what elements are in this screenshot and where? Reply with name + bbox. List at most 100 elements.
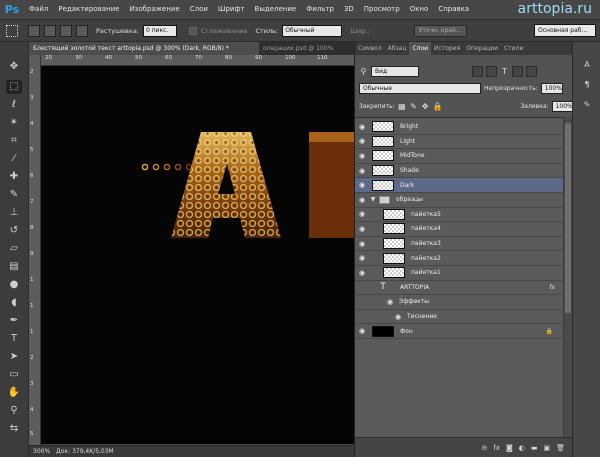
zoom-level[interactable]: 300%: [33, 448, 50, 455]
brush-tool-icon[interactable]: ✎: [6, 188, 22, 202]
tab-layers[interactable]: Слои: [409, 42, 432, 55]
scrollbar-thumb[interactable]: [565, 123, 571, 313]
adjustment-icon[interactable]: ◐: [519, 444, 525, 452]
swap-colors-icon[interactable]: ⇆: [6, 422, 22, 436]
layer-row-selected[interactable]: ◉ Dark: [355, 178, 563, 193]
eye-icon[interactable]: ◉: [355, 327, 369, 335]
crop-tool-icon[interactable]: ⌗: [6, 134, 22, 148]
blur-tool-icon[interactable]: ●: [6, 278, 22, 292]
document-tab-inactive[interactable]: операции.psd @ 100%: [259, 42, 354, 55]
menu-type[interactable]: Шрифт: [213, 0, 250, 19]
antialias-checkbox[interactable]: [189, 26, 197, 35]
layer-row[interactable]: ◉ Bright: [355, 120, 563, 135]
menu-help[interactable]: Справка: [433, 0, 474, 19]
layers-scrollbar[interactable]: [563, 117, 572, 437]
folder-icon[interactable]: ▬: [531, 444, 538, 452]
eye-icon[interactable]: ◉: [355, 196, 369, 204]
move-tool-icon[interactable]: ✥: [6, 60, 22, 74]
layer-row[interactable]: ◉ Shade: [355, 164, 563, 179]
layer-row[interactable]: ◉ пайетка3: [355, 237, 563, 252]
menu-view[interactable]: Просмотр: [359, 0, 405, 19]
lock-all-icon[interactable]: 🔒: [432, 102, 442, 111]
menu-3d[interactable]: 3D: [339, 0, 359, 19]
eye-icon[interactable]: ◉: [355, 269, 369, 277]
tab-history[interactable]: История: [431, 42, 463, 55]
mask-icon[interactable]: ◙: [506, 444, 513, 452]
path-selection-icon[interactable]: ➤: [6, 350, 22, 364]
marquee-tool-icon[interactable]: ⬚: [6, 80, 22, 94]
marquee-tool-icon[interactable]: [6, 24, 18, 37]
shape-tool-icon[interactable]: ▭: [6, 368, 22, 382]
pen-tool-icon[interactable]: ✒: [6, 314, 22, 328]
menu-filter[interactable]: Фильтр: [301, 0, 339, 19]
fx-icon[interactable]: fx: [493, 444, 500, 452]
tab-styles[interactable]: Стили: [501, 42, 526, 55]
layer-group-row[interactable]: ◉ ▼ образцы: [355, 193, 563, 208]
eye-icon[interactable]: ◉: [355, 167, 369, 175]
effect-eye-icon[interactable]: ◉: [383, 298, 397, 306]
background-layer-row[interactable]: ◉ Фон 🔒: [355, 324, 563, 339]
layer-row[interactable]: ◉ пайетка5: [355, 208, 563, 223]
eye-icon[interactable]: ◉: [355, 123, 369, 131]
subtract-selection-icon[interactable]: [60, 24, 72, 37]
tab-paragraph[interactable]: Абзац: [385, 42, 410, 55]
lock-transparency-icon[interactable]: ▦: [398, 102, 407, 111]
blend-mode-select[interactable]: Обычные: [359, 82, 481, 94]
type-tool-icon[interactable]: T: [6, 332, 22, 346]
new-layer-icon[interactable]: ▣: [543, 444, 550, 452]
history-brush-icon[interactable]: ↺: [6, 224, 22, 238]
menu-edit[interactable]: Редактирование: [53, 0, 124, 19]
zoom-tool-icon[interactable]: ⚲: [6, 404, 22, 418]
filter-pixel-icon[interactable]: [472, 65, 483, 77]
eye-icon[interactable]: ◉: [355, 181, 369, 189]
layer-row[interactable]: ◉ Light: [355, 135, 563, 150]
clone-stamp-icon[interactable]: ⊥: [6, 206, 22, 220]
layer-row[interactable]: ◉ пайетка2: [355, 251, 563, 266]
eye-icon[interactable]: ◉: [355, 240, 369, 248]
eraser-tool-icon[interactable]: ▱: [6, 242, 22, 256]
hand-tool-icon[interactable]: ✋: [6, 386, 22, 400]
intersect-selection-icon[interactable]: [76, 24, 88, 37]
text-layer-row[interactable]: T ARTTOPIA fx: [355, 281, 563, 296]
paragraph-panel-icon[interactable]: ¶: [581, 80, 593, 92]
filter-smart-object-icon[interactable]: [526, 65, 537, 77]
opacity-input[interactable]: 100%: [540, 82, 563, 94]
eye-icon[interactable]: ◉: [355, 225, 369, 233]
fx-icon[interactable]: fx: [549, 284, 555, 291]
lasso-tool-icon[interactable]: ℓ: [6, 98, 22, 112]
menu-image[interactable]: Изображение: [124, 0, 184, 19]
menu-layer[interactable]: Слои: [185, 0, 213, 19]
trash-icon[interactable]: 🗑: [556, 444, 565, 452]
lock-pixels-icon[interactable]: ✎: [409, 102, 418, 111]
effect-eye-icon[interactable]: ◉: [391, 313, 405, 321]
menu-file[interactable]: Файл: [24, 0, 53, 19]
healing-brush-icon[interactable]: ✚: [6, 170, 22, 184]
feather-input[interactable]: 0 пикс.: [143, 24, 177, 37]
tab-character[interactable]: Символ: [355, 42, 385, 55]
effect-row[interactable]: ◉ Тиснение: [355, 310, 563, 325]
magic-wand-icon[interactable]: ✴: [6, 116, 22, 130]
filter-kind-select[interactable]: Вид: [371, 65, 419, 77]
effects-row[interactable]: ◉ Эффекты: [355, 295, 563, 310]
dodge-tool-icon[interactable]: ◖: [6, 296, 22, 310]
eye-icon[interactable]: ◉: [355, 137, 369, 145]
character-panel-icon[interactable]: A: [581, 60, 593, 72]
lock-position-icon[interactable]: ✥: [421, 102, 430, 111]
gradient-tool-icon[interactable]: ▤: [6, 260, 22, 274]
add-selection-icon[interactable]: [44, 24, 56, 37]
tab-actions[interactable]: Операции: [463, 42, 501, 55]
menu-window[interactable]: Окно: [405, 0, 434, 19]
document-canvas[interactable]: AR: [41, 66, 354, 444]
eye-icon[interactable]: ◉: [355, 152, 369, 160]
new-selection-icon[interactable]: [28, 24, 40, 37]
eyedropper-icon[interactable]: ⁄: [6, 152, 22, 166]
refine-edge-button[interactable]: Уточн. край...: [413, 24, 467, 37]
eye-icon[interactable]: ◉: [355, 210, 369, 218]
brush-panel-icon[interactable]: ✎: [581, 100, 593, 112]
expand-arrow-icon[interactable]: ▼: [369, 196, 377, 203]
filter-type-icon[interactable]: T: [500, 67, 509, 76]
layer-row[interactable]: ◉ пайетка1: [355, 266, 563, 281]
layer-row[interactable]: ◉ пайетка4: [355, 222, 563, 237]
layer-row[interactable]: ◉ MidTone: [355, 149, 563, 164]
style-select[interactable]: Обычный: [282, 24, 343, 37]
